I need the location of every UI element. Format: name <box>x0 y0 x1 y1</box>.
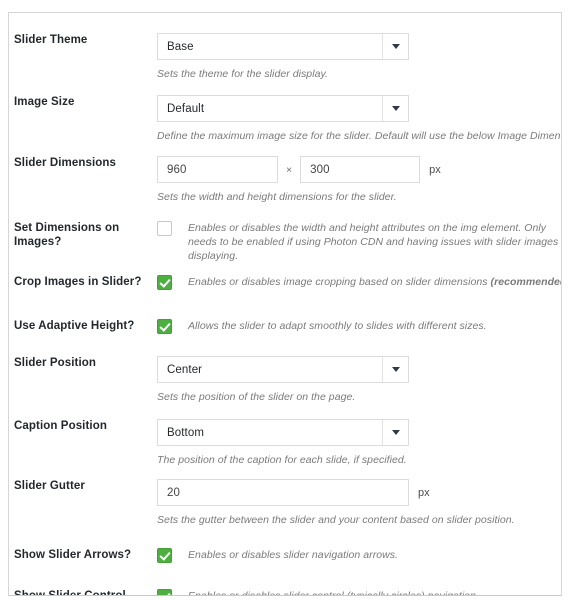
description-slider-dimensions: Sets the width and height dimensions for… <box>157 191 397 203</box>
setting-row-slider-position: Slider Position Center Sets the position… <box>9 356 561 404</box>
select-slider-theme[interactable]: Base <box>157 33 409 60</box>
input-slider-height[interactable]: 300 <box>300 156 421 183</box>
checkbox-set-dimensions-on-images[interactable] <box>157 221 172 236</box>
select-slider-position-value: Center <box>167 363 203 376</box>
select-slider-position[interactable]: Center <box>157 356 409 383</box>
select-image-size-value: Default <box>167 102 205 115</box>
checkbox-show-slider-control-nav[interactable] <box>157 589 172 595</box>
label-slider-position: Slider Position <box>14 357 97 369</box>
label-use-adaptive-height: Use Adaptive Height? <box>14 320 135 332</box>
field-crop-images-in-slider: Enables or disables image cropping based… <box>157 275 561 290</box>
select-caption-position[interactable]: Bottom <box>157 419 409 446</box>
description-use-adaptive-height: Allows the slider to adapt smoothly to s… <box>188 320 487 332</box>
setting-row-slider-dimensions: Slider Dimensions 960 × 300 px Sets the … <box>9 156 561 204</box>
setting-row-image-size: Image Size Default Define the maximum im… <box>9 95 561 143</box>
description-slider-position: Sets the position of the slider on the p… <box>157 391 356 403</box>
description-set-dimensions-on-images: Enables or disables the width and height… <box>188 222 559 262</box>
description-crop-images-in-slider: Enables or disables image cropping based… <box>172 275 561 289</box>
setting-row-use-adaptive-height: Use Adaptive Height? Allows the slider t… <box>9 319 561 334</box>
label-show-slider-control-nav: Show Slider Control Nav? <box>14 590 126 596</box>
description-image-size: Define the maximum image size for the sl… <box>157 130 562 142</box>
description-slider-theme: Sets the theme for the slider display. <box>157 68 328 80</box>
input-slider-gutter[interactable]: 20 <box>157 479 409 506</box>
setting-row-show-slider-control-nav: Show Slider Control Nav? Enables or disa… <box>9 589 561 596</box>
checkbox-use-adaptive-height[interactable] <box>157 319 172 334</box>
description-crop-images-recommended: (recommended) <box>490 276 561 288</box>
dimension-separator: × <box>286 163 293 176</box>
select-image-size[interactable]: Default <box>157 95 409 122</box>
setting-row-set-dimensions-on-images: Set Dimensions on Images? Enables or dis… <box>9 221 561 263</box>
description-show-slider-control-nav: Enables or disables slider control (typi… <box>188 590 480 596</box>
field-caption-position: Bottom The position of the caption for e… <box>157 419 561 467</box>
description-slider-gutter: Sets the gutter between the slider and y… <box>157 514 515 526</box>
label-show-slider-arrows: Show Slider Arrows? <box>14 549 132 561</box>
field-show-slider-control-nav: Enables or disables slider control (typi… <box>157 589 561 596</box>
label-caption-position: Caption Position <box>14 420 107 432</box>
chevron-down-icon[interactable] <box>382 96 408 121</box>
label-set-dimensions-on-images: Set Dimensions on Images? <box>14 222 120 248</box>
description-show-slider-arrows: Enables or disables slider navigation ar… <box>188 549 399 561</box>
setting-row-slider-gutter: Slider Gutter 20 px Sets the gutter betw… <box>9 479 561 527</box>
input-slider-width[interactable]: 960 <box>157 156 278 183</box>
chevron-down-icon[interactable] <box>382 34 408 59</box>
field-slider-dimensions: 960 × 300 px Sets the width and height d… <box>157 156 561 204</box>
setting-row-crop-images-in-slider: Crop Images in Slider? Enables or disabl… <box>9 275 561 290</box>
field-show-slider-arrows: Enables or disables slider navigation ar… <box>157 548 561 563</box>
setting-row-show-slider-arrows: Show Slider Arrows? Enables or disables … <box>9 548 561 563</box>
label-image-size: Image Size <box>14 96 75 108</box>
field-slider-position: Center Sets the position of the slider o… <box>157 356 561 404</box>
field-use-adaptive-height: Allows the slider to adapt smoothly to s… <box>157 319 561 334</box>
label-slider-gutter: Slider Gutter <box>14 480 85 492</box>
select-slider-theme-value: Base <box>167 40 194 53</box>
checkbox-crop-images-in-slider[interactable] <box>157 275 172 290</box>
description-caption-position: The position of the caption for each sli… <box>157 454 407 466</box>
checkbox-show-slider-arrows[interactable] <box>157 548 172 563</box>
chevron-down-icon[interactable] <box>382 357 408 382</box>
unit-px-dimensions: px <box>429 163 441 176</box>
select-caption-position-value: Bottom <box>167 426 205 439</box>
field-image-size: Default Define the maximum image size fo… <box>157 95 561 143</box>
unit-px-gutter: px <box>418 486 430 499</box>
label-slider-dimensions: Slider Dimensions <box>14 157 117 169</box>
setting-row-slider-theme: Slider Theme Base Sets the theme for the… <box>9 33 561 81</box>
field-set-dimensions-on-images: Enables or disables the width and height… <box>157 221 561 263</box>
label-slider-theme: Slider Theme <box>14 34 88 46</box>
chevron-down-icon[interactable] <box>382 420 408 445</box>
field-slider-gutter: 20 px Sets the gutter between the slider… <box>157 479 561 527</box>
slider-settings-panel: Slider Theme Base Sets the theme for the… <box>8 12 562 596</box>
field-slider-theme: Base Sets the theme for the slider displ… <box>157 33 561 81</box>
label-crop-images-in-slider: Crop Images in Slider? <box>14 276 142 288</box>
setting-row-caption-position: Caption Position Bottom The position of … <box>9 419 561 467</box>
description-crop-images-text: Enables or disables image cropping based… <box>188 276 491 288</box>
